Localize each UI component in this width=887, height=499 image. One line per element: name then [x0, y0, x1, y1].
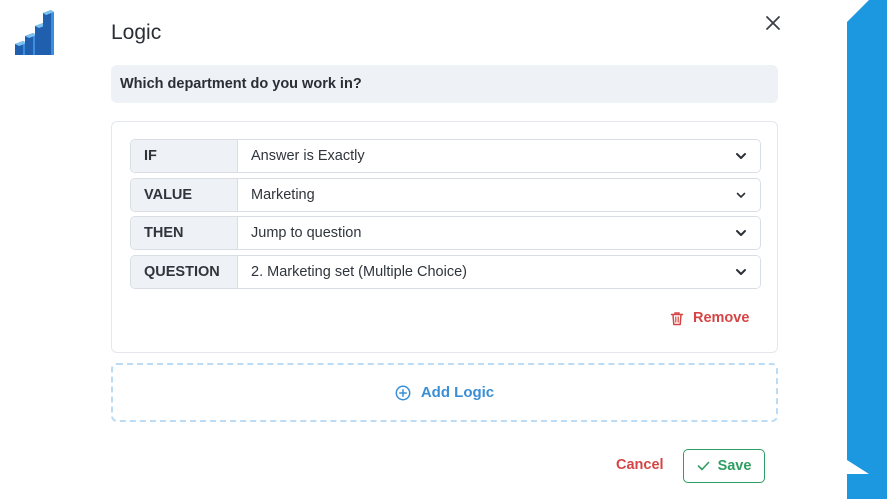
- decorative-stripe: [847, 0, 887, 499]
- row-label-if: IF: [131, 140, 238, 172]
- select-value: Answer is Exactly: [251, 148, 365, 164]
- add-logic-button[interactable]: Add Logic: [111, 363, 778, 422]
- close-icon[interactable]: [762, 12, 784, 34]
- select-value: Marketing: [251, 187, 315, 203]
- logo-icon: [15, 10, 54, 55]
- logic-row-value: VALUE Marketing: [130, 178, 761, 212]
- row-label-then: THEN: [131, 217, 238, 249]
- chevron-down-icon: [736, 230, 746, 236]
- remove-button[interactable]: Remove: [670, 310, 749, 326]
- trash-icon: [670, 311, 684, 325]
- cancel-button[interactable]: Cancel: [616, 457, 664, 473]
- save-label: Save: [717, 458, 752, 474]
- then-action-select[interactable]: Jump to question: [238, 217, 760, 249]
- logic-row-then: THEN Jump to question: [130, 216, 761, 250]
- question-title: Which department do you work in?: [111, 65, 778, 103]
- question-text: Which department do you work in?: [120, 76, 362, 92]
- value-select[interactable]: Marketing: [238, 179, 760, 211]
- chevron-down-icon: [736, 192, 746, 198]
- target-question-select[interactable]: 2. Marketing set (Multiple Choice): [238, 256, 760, 288]
- logic-card: IF Answer is Exactly VALUE Marketing THE…: [111, 121, 778, 353]
- row-label-question: QUESTION: [131, 256, 238, 288]
- save-button[interactable]: Save: [683, 449, 765, 483]
- check-icon: [697, 461, 709, 471]
- logic-row-question: QUESTION 2. Marketing set (Multiple Choi…: [130, 255, 761, 289]
- plus-circle-icon: [395, 385, 411, 400]
- chevron-down-icon: [736, 269, 746, 275]
- row-label-value: VALUE: [131, 179, 238, 211]
- if-condition-select[interactable]: Answer is Exactly: [238, 140, 760, 172]
- select-value: Jump to question: [251, 225, 362, 241]
- add-logic-label: Add Logic: [420, 384, 495, 401]
- logic-row-if: IF Answer is Exactly: [130, 139, 761, 173]
- remove-label: Remove: [693, 310, 750, 326]
- select-value: 2. Marketing set (Multiple Choice): [251, 264, 467, 280]
- modal-title: Logic: [111, 21, 162, 44]
- chevron-down-icon: [736, 153, 746, 159]
